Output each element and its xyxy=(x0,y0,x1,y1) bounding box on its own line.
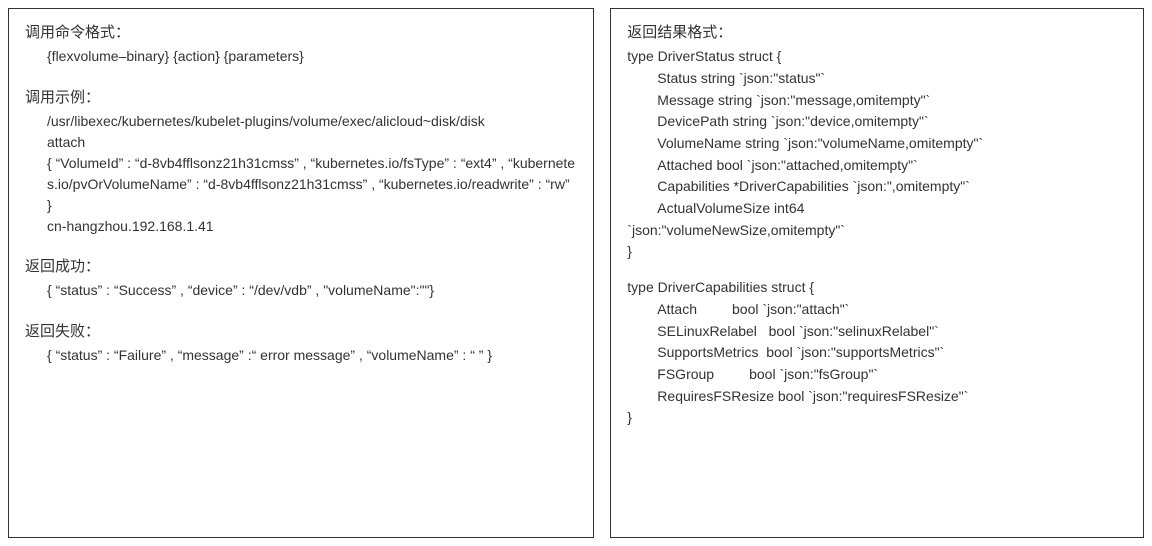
sec2-block: /usr/libexec/kubernetes/kubelet-plugins/… xyxy=(25,111,577,237)
sec2-title: 调用示例： xyxy=(25,86,577,109)
struct1-f3: DevicePath string `json:"device,omitempt… xyxy=(627,111,1127,133)
struct2-f4: FSGroup bool `json:"fsGroup"` xyxy=(627,364,1127,386)
sec1-line1: {flexvolume–binary} {action} {parameters… xyxy=(25,46,577,68)
struct1-f5: Attached bool `json:"attached,omitempty"… xyxy=(627,155,1127,177)
struct1-open: type DriverStatus struct { xyxy=(627,46,1127,68)
struct1-f7a: ActualVolumeSize int64 xyxy=(627,198,1127,220)
right-title: 返回结果格式： xyxy=(627,21,1127,44)
struct2-close: } xyxy=(627,407,1127,429)
struct2-f5: RequiresFSResize bool `json:"requiresFSR… xyxy=(627,386,1127,408)
struct1-close: } xyxy=(627,241,1127,263)
struct2-f1: Attach bool `json:"attach"` xyxy=(627,299,1127,321)
sec2-line3: { “VolumeId” : “d-8vb4fflsonz21h31cmss” … xyxy=(47,153,577,216)
left-panel: 调用命令格式： {flexvolume–binary} {action} {pa… xyxy=(8,8,594,538)
struct2-open: type DriverCapabilities struct { xyxy=(627,277,1127,299)
right-panel: 返回结果格式： type DriverStatus struct { Statu… xyxy=(610,8,1144,538)
sec2-line1: /usr/libexec/kubernetes/kubelet-plugins/… xyxy=(47,111,577,132)
struct1-f4: VolumeName string `json:"volumeName,omit… xyxy=(627,133,1127,155)
struct1-f2: Message string `json:"message,omitempty"… xyxy=(627,90,1127,112)
sec4-title: 返回失败： xyxy=(25,320,577,343)
sec3-line1: { “status” : “Success” , “device” : “/de… xyxy=(25,280,577,302)
sec2-line2: attach xyxy=(47,132,577,153)
sec1-title: 调用命令格式： xyxy=(25,21,577,44)
struct2-f3: SupportsMetrics bool `json:"supportsMetr… xyxy=(627,342,1127,364)
struct2-f2: SELinuxRelabel bool `json:"selinuxRelabe… xyxy=(627,321,1127,343)
struct1-f7b: `json:"volumeNewSize,omitempty"` xyxy=(627,220,1127,242)
struct1-f6: Capabilities *DriverCapabilities `json:"… xyxy=(627,176,1127,198)
sec3-title: 返回成功： xyxy=(25,255,577,278)
struct1-f1: Status string `json:"status"` xyxy=(627,68,1127,90)
sec2-line4: cn-hangzhou.192.168.1.41 xyxy=(47,216,577,237)
sec4-line1: { “status” : “Failure” , “message” :“ er… xyxy=(25,345,577,367)
